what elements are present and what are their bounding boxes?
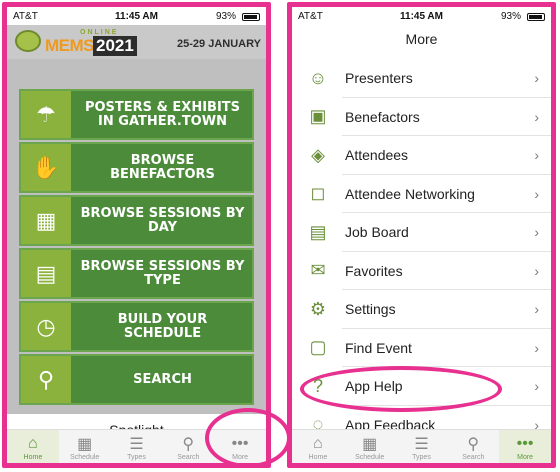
browse-sessions-day-tile[interactable]: ▦ BROWSE SESSIONS BY DAY — [19, 195, 254, 246]
presenters-icon: ☺ — [308, 67, 328, 88]
envelope-icon: ✉ — [310, 260, 326, 281]
list-icon: ☰ — [129, 436, 144, 453]
home-icon: ⌂ — [28, 435, 38, 452]
banner-mems: MEMS — [45, 36, 95, 55]
tab-types[interactable]: ☰ Types — [111, 430, 163, 463]
home-icon: ⌂ — [313, 435, 323, 452]
calendar-icon: ▦ — [77, 436, 93, 453]
app-help-highlight — [300, 366, 502, 412]
battery-percent: 93% — [215, 11, 236, 22]
tile-label: BROWSE SESSIONS BY DAY — [80, 205, 245, 235]
more-icon: ••• — [516, 435, 534, 452]
menu-item-label: Favorites — [345, 262, 403, 279]
battery-percent: 93% — [500, 11, 521, 22]
beach-umbrella-icon: ☂ — [21, 91, 71, 138]
menu-item-job-board[interactable]: ▤ Job Board › — [292, 213, 551, 252]
tab-label: Schedule — [70, 454, 100, 461]
chevron-right-icon: › — [534, 378, 539, 394]
battery-icon — [242, 13, 260, 21]
globe-icon — [15, 30, 41, 52]
tile-label: BUILD YOUR SCHEDULE — [117, 311, 208, 341]
tab-search[interactable]: ⚲ Search — [447, 430, 499, 463]
tab-types[interactable]: ☰ Types — [396, 430, 448, 463]
banner-year: 2021 — [93, 36, 137, 56]
tile-label: SEARCH — [133, 371, 192, 387]
event-banner: ONLINE MEMS 2021 25-29 JANUARY — [7, 25, 266, 59]
tab-bar: ⌂ Home ▦ Schedule ☰ Types ⚲ Search ••• M… — [292, 429, 551, 463]
tab-label: Search — [177, 454, 200, 461]
tab-label: Types — [412, 454, 431, 461]
tab-schedule[interactable]: ▦ Schedule — [59, 430, 111, 463]
chevron-right-icon: › — [534, 339, 539, 356]
more-tab-highlight — [205, 408, 291, 468]
menu-item-settings[interactable]: ⚙ Settings › — [292, 290, 551, 329]
chevron-right-icon: › — [534, 224, 539, 240]
list-icon: ☰ — [414, 436, 429, 453]
tile-label: BROWSE SESSIONS BY TYPE — [80, 258, 245, 288]
tile-label: BROWSE BENEFACTORS — [110, 152, 215, 182]
books-icon: ▤ — [21, 250, 71, 297]
posters-exhibits-tile[interactable]: ☂ POSTERS & EXHIBITS IN GATHER.TOWN — [19, 89, 254, 140]
gear-icon: ⚙ — [309, 298, 327, 319]
battery-icon — [527, 13, 545, 21]
browse-sessions-type-tile[interactable]: ▤ BROWSE SESSIONS BY TYPE — [19, 248, 254, 299]
chevron-right-icon: › — [534, 185, 539, 202]
calendar-icon: ▦ — [21, 197, 71, 244]
benefactors-icon: ▣ — [309, 106, 327, 127]
menu-item-label: Attendee Networking — [345, 185, 475, 202]
presenter-icon: ◷ — [21, 303, 71, 350]
left-phone-screen: AT&T 11:45 AM 93% ONLINE MEMS 2021 25-29… — [2, 2, 271, 468]
browse-benefactors-tile[interactable]: ✋ BROWSE BENEFACTORS — [19, 142, 254, 193]
build-schedule-tile[interactable]: ◷ BUILD YOUR SCHEDULE — [19, 301, 254, 352]
chevron-right-icon: › — [534, 147, 539, 163]
menu-item-attendee-networking[interactable]: ◻ Attendee Networking › — [292, 175, 551, 214]
chevron-right-icon: › — [534, 70, 539, 86]
menu-item-label: Settings — [345, 301, 396, 318]
tab-label: Types — [127, 454, 146, 461]
chevron-right-icon: › — [534, 301, 539, 317]
tile-label: POSTERS & EXHIBITS IN GATHER.TOWN — [84, 99, 241, 129]
tab-home[interactable]: ⌂ Home — [292, 430, 344, 463]
menu-item-label: Benefactors — [345, 108, 420, 125]
menu-item-presenters[interactable]: ☺ Presenters › — [292, 59, 551, 98]
tab-label: Home — [308, 454, 328, 461]
menu-item-attendees[interactable]: ◈ Attendees › — [292, 136, 551, 175]
home-menu: ☂ POSTERS & EXHIBITS IN GATHER.TOWN ✋ BR… — [7, 59, 266, 414]
tab-more[interactable]: ••• More — [499, 430, 551, 463]
find-event-icon: ▢ — [309, 337, 327, 358]
chevron-right-icon: › — [534, 108, 539, 125]
menu-item-find-event[interactable]: ▢ Find Event › — [292, 329, 551, 368]
tab-label: Home — [23, 454, 43, 461]
search-icon: ⚲ — [21, 356, 71, 403]
search-icon: ⚲ — [182, 436, 195, 453]
menu-item-label: Presenters — [345, 70, 413, 87]
search-tile[interactable]: ⚲ SEARCH — [19, 354, 254, 405]
menu-item-label: Find Event — [345, 339, 412, 356]
attendees-icon: ◈ — [311, 144, 325, 165]
chevron-right-icon: › — [534, 262, 539, 279]
tab-label: More — [517, 454, 534, 461]
menu-item-label: Attendees — [345, 147, 409, 164]
menu-item-favorites[interactable]: ✉ Favorites › — [292, 252, 551, 291]
status-bar: AT&T 11:45 AM 93% — [292, 7, 551, 25]
calendar-icon: ▦ — [362, 436, 378, 453]
tab-label: Search — [462, 454, 485, 461]
menu-item-benefactors[interactable]: ▣ Benefactors › — [292, 98, 551, 137]
handshake-icon: ✋ — [21, 144, 71, 191]
chat-icon: ◻ — [310, 183, 326, 204]
menu-item-label: Job Board — [345, 224, 409, 241]
banner-online: ONLINE — [80, 29, 119, 36]
banner-dates: 25-29 JANUARY — [177, 38, 261, 50]
tab-schedule[interactable]: ▦ Schedule — [344, 430, 396, 463]
tab-home[interactable]: ⌂ Home — [7, 430, 59, 463]
search-icon: ⚲ — [467, 436, 480, 453]
job-board-icon: ▤ — [309, 221, 327, 242]
status-bar: AT&T 11:45 AM 93% — [7, 7, 266, 25]
page-title: More — [405, 31, 438, 47]
tab-label: Schedule — [355, 454, 385, 461]
